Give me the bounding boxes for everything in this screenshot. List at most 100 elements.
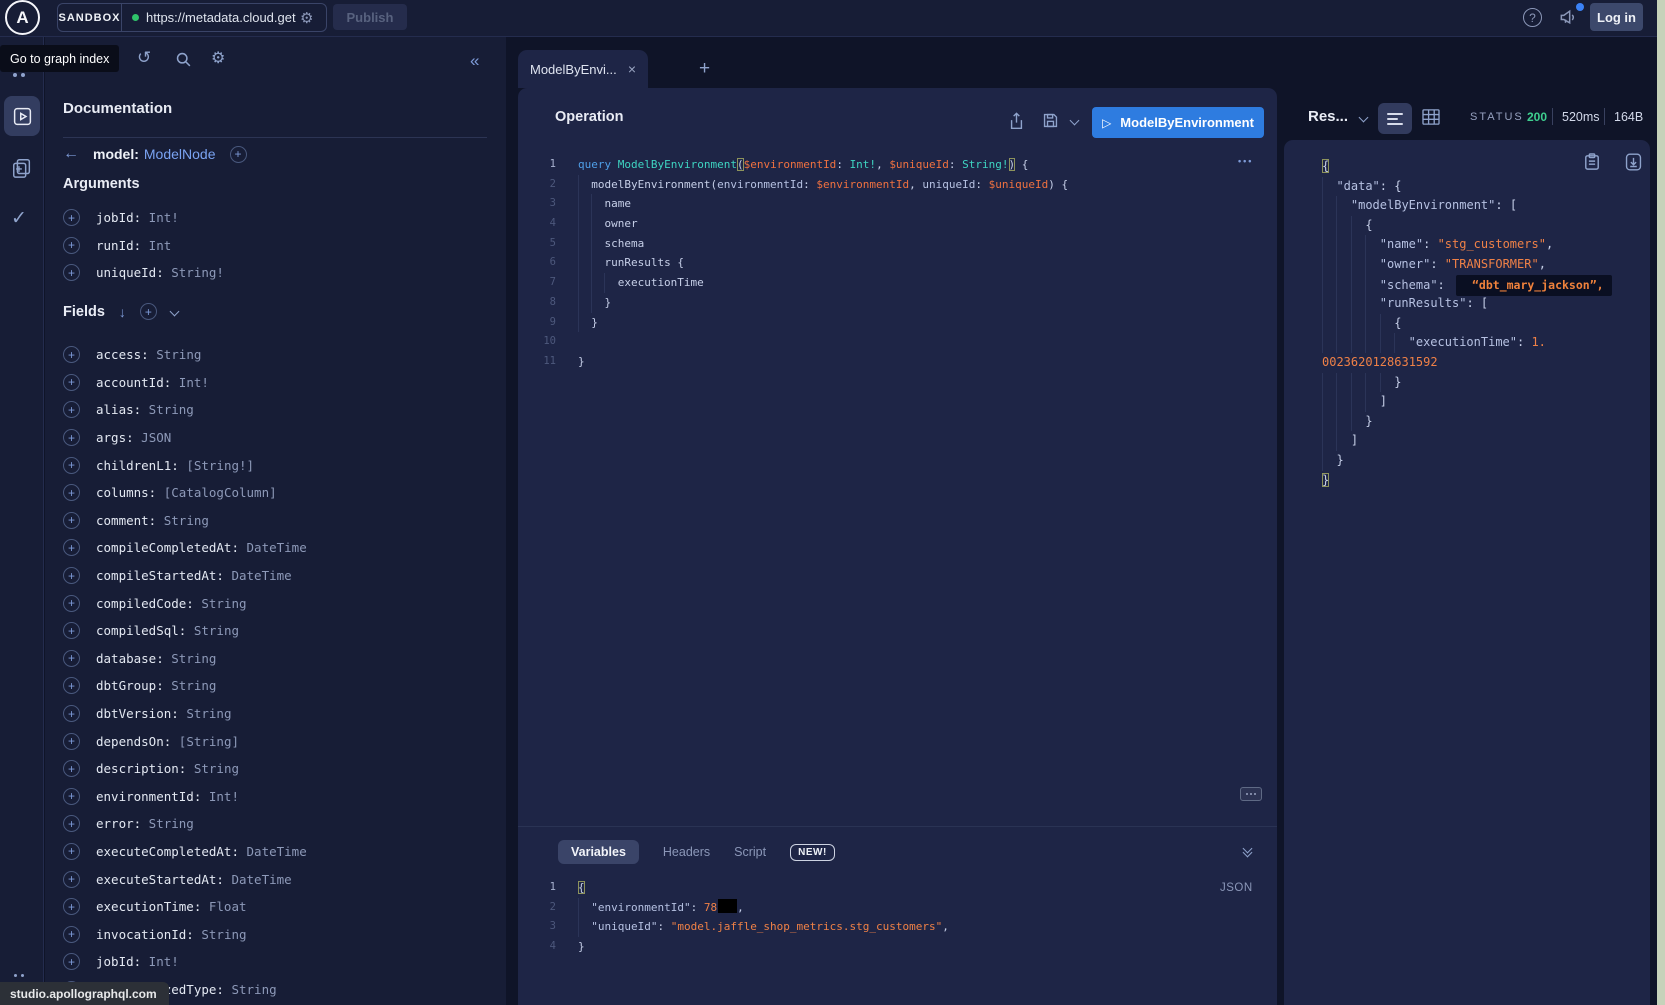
add-to-query-button[interactable]: +	[63, 595, 80, 612]
graph-url-group: SANDBOX https://metadata.cloud.get ⚙	[57, 3, 327, 32]
add-to-query-button[interactable]: +	[63, 567, 80, 584]
formatted-view-toggle[interactable]	[1378, 103, 1412, 134]
response-dropdown-chevron-icon[interactable]	[1359, 113, 1369, 123]
add-to-query-button[interactable]: +	[63, 898, 80, 915]
collections-icon[interactable]	[11, 157, 33, 179]
tab-script[interactable]: Script	[734, 845, 766, 859]
tab-headers[interactable]: Headers	[663, 845, 710, 859]
code-line: "owner": "TRANSFORMER",	[1322, 255, 1612, 275]
new-tab-button[interactable]: +	[699, 58, 710, 80]
add-to-query-button[interactable]: +	[63, 401, 80, 418]
code-line: 1query ModelByEnvironment($environmentId…	[518, 155, 1277, 175]
notification-dot	[1576, 3, 1584, 11]
sandbox-badge: SANDBOX	[58, 4, 122, 31]
collapse-variables-icon[interactable]	[1244, 848, 1251, 856]
download-response-icon[interactable]	[1625, 153, 1642, 171]
endpoint-url-input[interactable]: https://metadata.cloud.get	[146, 10, 298, 25]
divider	[518, 826, 1277, 827]
connection-settings-icon[interactable]: ⚙	[300, 9, 313, 27]
add-to-query-button[interactable]: +	[63, 484, 80, 501]
add-to-query-button[interactable]: +	[63, 650, 80, 667]
apollo-logo[interactable]: A	[5, 0, 40, 35]
doc-field-row: +uniqueId: String!	[63, 259, 493, 287]
doc-field-row: +environmentId: Int!	[63, 783, 493, 811]
add-to-query-button[interactable]: +	[63, 815, 80, 832]
code-line: {	[1322, 157, 1612, 177]
add-to-query-button[interactable]: +	[63, 622, 80, 639]
collapse-panel-icon[interactable]: «	[470, 51, 479, 71]
save-icon[interactable]	[1042, 112, 1059, 129]
add-to-query-button[interactable]: +	[63, 733, 80, 750]
response-latency: 520ms	[1562, 110, 1600, 124]
history-icon[interactable]: ↺	[137, 48, 151, 68]
add-to-query-button[interactable]: +	[63, 264, 80, 281]
publish-button[interactable]: Publish	[333, 4, 407, 30]
search-icon[interactable]	[175, 51, 192, 68]
documentation-panel: ↺ ⚙ « Documentation ← model: ModelNode +…	[45, 37, 506, 1005]
left-nav-rail: ✓	[0, 37, 44, 1005]
add-to-query-button[interactable]: +	[63, 457, 80, 474]
code-line: 4owner	[518, 214, 1277, 234]
help-icon[interactable]: ?	[1523, 8, 1542, 27]
checks-icon[interactable]: ✓	[11, 207, 27, 230]
variables-editor[interactable]: 1{2"environmentId": 78,3"uniqueId": "mod…	[518, 878, 1277, 957]
explorer-nav-item[interactable]	[4, 96, 40, 136]
add-to-query-button[interactable]: +	[63, 953, 80, 970]
run-operation-button[interactable]: ▷ ModelByEnvironment	[1092, 107, 1264, 138]
operation-editor[interactable]: 1query ModelByEnvironment($environmentId…	[518, 155, 1277, 372]
tab-label: ModelByEnvi...	[530, 62, 622, 77]
add-to-query-button[interactable]: +	[63, 705, 80, 722]
close-tab-icon[interactable]: ×	[628, 61, 636, 77]
tab-variables[interactable]: Variables	[558, 840, 639, 864]
chevron-down-icon[interactable]	[169, 307, 179, 317]
code-line: 11}	[518, 352, 1277, 372]
divider	[63, 137, 487, 138]
add-to-query-button[interactable]: +	[63, 871, 80, 888]
response-viewer[interactable]: {"data": {"modelByEnvironment": [{"name"…	[1322, 157, 1612, 490]
documentation-title: Documentation	[63, 100, 172, 117]
code-line: 6runResults {	[518, 253, 1277, 273]
add-to-query-button[interactable]: +	[63, 237, 80, 254]
code-line: {	[1322, 314, 1612, 334]
add-model-button[interactable]: +	[230, 146, 247, 163]
add-to-query-button[interactable]: +	[63, 429, 80, 446]
add-to-query-button[interactable]: +	[63, 926, 80, 943]
doc-field-row: +columns: [CatalogColumn]	[63, 479, 493, 507]
response-title[interactable]: Res...	[1308, 108, 1348, 125]
keyboard-shortcuts-icon[interactable]	[1240, 787, 1262, 801]
doc-field-row: +executionTime: Float	[63, 893, 493, 921]
add-to-query-button[interactable]: +	[63, 539, 80, 556]
doc-breadcrumb: ← model: ModelNode +	[63, 142, 247, 166]
divider	[1552, 108, 1553, 125]
doc-field-row: +dbtGroup: String	[63, 672, 493, 700]
add-to-query-button[interactable]: +	[63, 788, 80, 805]
doc-field-row: +error: String	[63, 810, 493, 838]
back-arrow-icon[interactable]: ←	[63, 145, 93, 163]
add-to-query-button[interactable]: +	[63, 512, 80, 529]
code-line: 10	[518, 332, 1277, 352]
add-to-query-button[interactable]: +	[63, 209, 80, 226]
current-type-link[interactable]: ModelNode	[144, 146, 216, 162]
table-view-toggle[interactable]	[1422, 109, 1440, 125]
doc-field-row: +executeStartedAt: DateTime	[63, 865, 493, 893]
add-to-query-button[interactable]: +	[63, 346, 80, 363]
desktop-edge-strip	[1657, 0, 1665, 1005]
response-size: 164B	[1614, 110, 1643, 124]
add-to-query-button[interactable]: +	[63, 760, 80, 777]
share-icon[interactable]	[1008, 112, 1025, 130]
tab-modelbyenvironment[interactable]: ModelByEnvi... ×	[518, 50, 648, 88]
code-line: "executionTime": 1.	[1322, 333, 1612, 353]
add-to-query-button[interactable]: +	[63, 374, 80, 391]
add-to-query-button[interactable]: +	[63, 843, 80, 860]
login-button[interactable]: Log in	[1590, 3, 1643, 31]
connection-status-dot	[132, 14, 139, 21]
add-all-fields-button[interactable]: +	[140, 303, 157, 320]
arguments-section-title: Arguments	[63, 176, 140, 192]
doc-field-row: +compileStartedAt: DateTime	[63, 562, 493, 590]
code-line: ]	[1322, 392, 1612, 412]
sort-fields-icon[interactable]: ↓	[119, 304, 126, 320]
settings-gear-icon[interactable]: ⚙	[211, 48, 225, 68]
new-badge: NEW!	[790, 844, 835, 861]
save-options-chevron-icon[interactable]	[1070, 116, 1080, 126]
add-to-query-button[interactable]: +	[63, 677, 80, 694]
